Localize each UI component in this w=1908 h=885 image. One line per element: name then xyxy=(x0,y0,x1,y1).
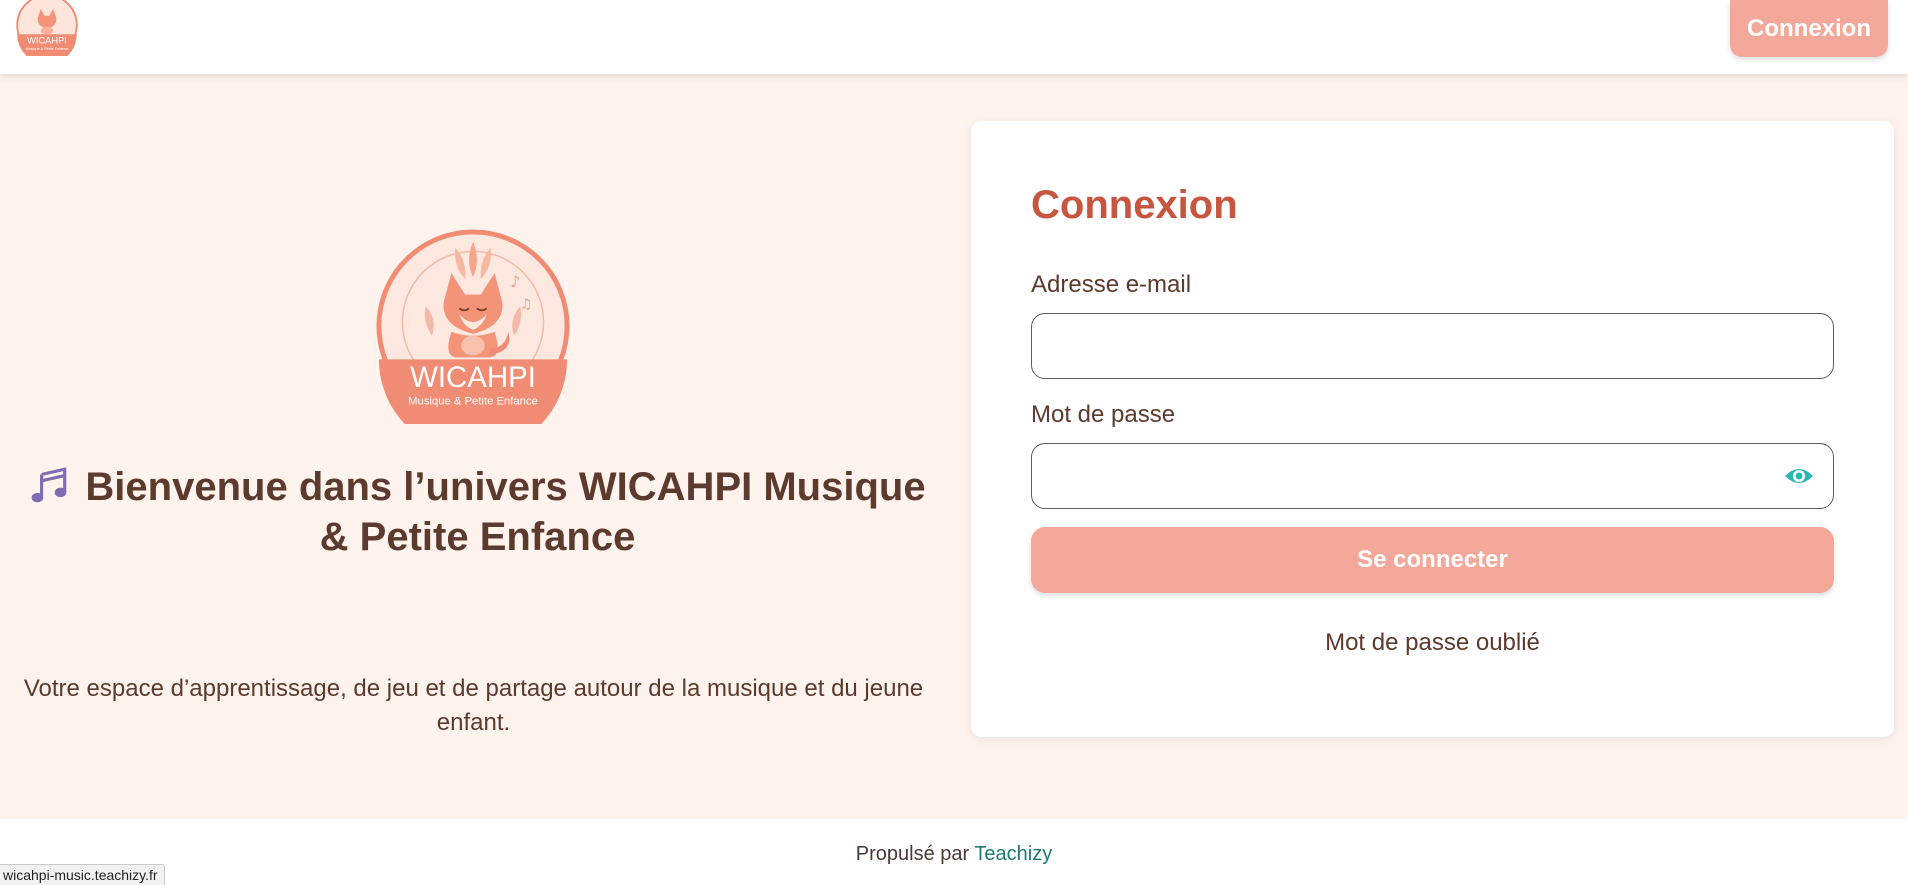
welcome-subtitle: Votre espace d’apprentissage, de jeu et … xyxy=(23,675,924,736)
svg-text:Musique & Petite Enfance: Musique & Petite Enfance xyxy=(408,395,538,407)
footer: Propulsé par Teachizy xyxy=(0,819,1908,885)
svg-text:♪: ♪ xyxy=(510,272,520,291)
email-label: Adresse e-mail xyxy=(1031,271,1192,298)
header-login-button[interactable]: Connexion xyxy=(1730,0,1888,57)
eye-icon xyxy=(1785,469,1813,483)
svg-text:WICAHPI: WICAHPI xyxy=(410,361,536,394)
forgot-password-link[interactable]: Mot de passe oublié xyxy=(1031,629,1834,657)
show-password-toggle[interactable] xyxy=(1783,461,1815,491)
login-card: Connexion Adresse e-mail Mot de passe Se… xyxy=(971,121,1894,737)
login-submit-button[interactable]: Se connecter xyxy=(1031,527,1834,593)
login-title: Connexion xyxy=(1031,183,1238,227)
wicahpi-logo-small[interactable]: WICAHPI Musique & Petite Enfance xyxy=(16,0,78,56)
music-notes-icon xyxy=(32,467,67,503)
svg-text:♫: ♫ xyxy=(520,296,532,312)
welcome-section: ♪ ♫ WICAHPI Musique & Petite Enfance Bie… xyxy=(0,74,948,819)
svg-text:Musique & Petite Enfance: Musique & Petite Enfance xyxy=(26,47,69,51)
email-field[interactable] xyxy=(1031,313,1834,379)
footer-prefix: Propulsé par xyxy=(855,843,970,865)
welcome-title: Bienvenue dans l’univers WICAHPI Musique… xyxy=(20,462,935,562)
footer-text: Propulsé par Teachizy xyxy=(0,843,1908,866)
wicahpi-logo-large: ♪ ♫ WICAHPI Musique & Petite Enfance xyxy=(376,229,570,424)
password-field[interactable] xyxy=(1031,443,1834,509)
welcome-title-text: Bienvenue dans l’univers WICAHPI Musique… xyxy=(85,465,926,559)
top-header: WICAHPI Musique & Petite Enfance Connexi… xyxy=(0,0,1908,74)
svg-text:WICAHPI: WICAHPI xyxy=(27,36,67,46)
teachizy-link[interactable]: Teachizy xyxy=(974,843,1052,865)
password-label: Mot de passe xyxy=(1031,401,1176,428)
status-bar-url: wicahpi-music.teachizy.fr xyxy=(0,864,165,885)
